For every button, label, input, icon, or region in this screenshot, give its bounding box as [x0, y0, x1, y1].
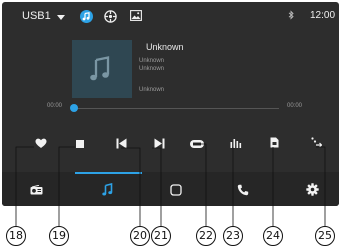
active-tab-indicator	[75, 172, 142, 174]
previous-icon	[116, 138, 127, 149]
equalizer-icon	[230, 139, 242, 148]
nav-home[interactable]	[170, 184, 182, 196]
track-artist: Unknown	[139, 58, 165, 64]
callout-20: 20	[130, 226, 150, 246]
disc-icon[interactable]	[104, 10, 117, 23]
next-icon	[154, 138, 165, 149]
heart-icon	[35, 138, 47, 148]
progress-knob[interactable]	[70, 104, 78, 112]
callout-23: 23	[223, 226, 243, 246]
callout-25: 25	[315, 226, 335, 246]
nav-settings[interactable]	[306, 183, 319, 196]
radio-icon	[30, 185, 43, 195]
shuffle-button[interactable]	[311, 137, 322, 148]
track-genre: Unknown	[139, 87, 165, 93]
elapsed-time: 00:00	[47, 103, 63, 109]
phone-icon	[237, 184, 249, 196]
settings-icon	[306, 183, 319, 196]
track-title: Unknown	[146, 42, 184, 52]
track-album: Unknown	[139, 66, 165, 72]
previous-button[interactable]	[116, 138, 127, 149]
file-list-icon	[270, 137, 279, 148]
callout-22: 22	[196, 226, 216, 246]
total-time: 00:00	[287, 103, 303, 109]
music-source-icon[interactable]	[80, 10, 93, 23]
equalizer-button[interactable]	[230, 138, 242, 148]
nav-phone[interactable]	[237, 184, 249, 196]
nav-music[interactable]	[102, 183, 113, 196]
head-unit-screen: USB1 12:00 Unknown Unknown Unknown Unkno…	[2, 2, 339, 206]
next-button[interactable]	[154, 138, 165, 149]
callout-18: 18	[6, 226, 26, 246]
usb-icon	[190, 140, 204, 148]
clock: 12:00	[310, 10, 336, 21]
callout-24: 24	[263, 226, 283, 246]
source-dropdown-icon[interactable]	[57, 15, 65, 20]
home-icon	[170, 184, 182, 196]
file-list-button[interactable]	[270, 137, 279, 148]
stop-icon	[76, 140, 84, 148]
callout-19: 19	[49, 226, 69, 246]
music-icon	[102, 183, 113, 196]
favorite-button[interactable]	[35, 138, 47, 149]
music-note-icon	[90, 56, 110, 81]
status-bar: USB1 12:00	[2, 2, 339, 32]
usb-source-button[interactable]	[190, 140, 204, 148]
bluetooth-icon	[288, 10, 294, 20]
album-art	[72, 40, 132, 98]
stop-button[interactable]	[76, 140, 84, 148]
shuffle-icon	[311, 137, 322, 148]
source-label[interactable]: USB1	[22, 10, 51, 22]
image-icon[interactable]	[130, 10, 142, 21]
nav-radio[interactable]	[30, 185, 43, 195]
callout-21: 21	[151, 226, 171, 246]
progress-track[interactable]	[76, 108, 279, 109]
